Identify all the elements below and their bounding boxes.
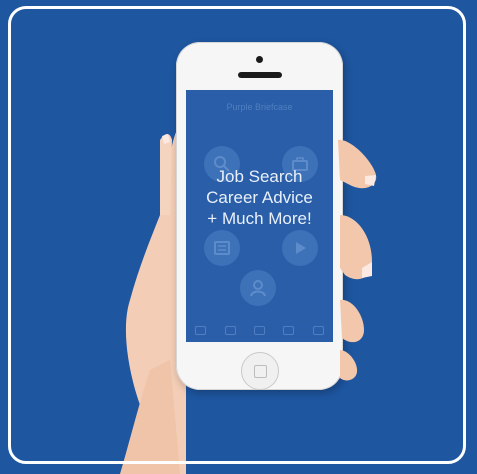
- promo-background: Purple Briefcase Job Search Career Advic…: [0, 0, 477, 474]
- phone-screen: Purple Briefcase Job Search Career Advic…: [186, 90, 333, 342]
- tab-icon: [283, 325, 295, 335]
- speaker-icon: [238, 72, 282, 78]
- tagline-line-3: + Much More!: [207, 209, 312, 228]
- tagline: Job Search Career Advice + Much More!: [186, 166, 333, 229]
- camera-icon: [256, 56, 263, 63]
- tab-icon: [224, 325, 236, 335]
- play-icon: [282, 230, 318, 266]
- tab-bar: [186, 318, 333, 342]
- profile-icon: [240, 270, 276, 306]
- document-icon: [204, 230, 240, 266]
- tab-icon: [195, 325, 207, 335]
- tagline-line-2: Career Advice: [206, 188, 313, 207]
- tab-icon: [253, 325, 265, 335]
- tagline-line-1: Job Search: [216, 167, 303, 186]
- app-title: Purple Briefcase: [226, 102, 293, 112]
- tab-icon: [312, 325, 324, 335]
- home-button: [241, 352, 279, 390]
- smartphone: Purple Briefcase Job Search Career Advic…: [176, 42, 343, 390]
